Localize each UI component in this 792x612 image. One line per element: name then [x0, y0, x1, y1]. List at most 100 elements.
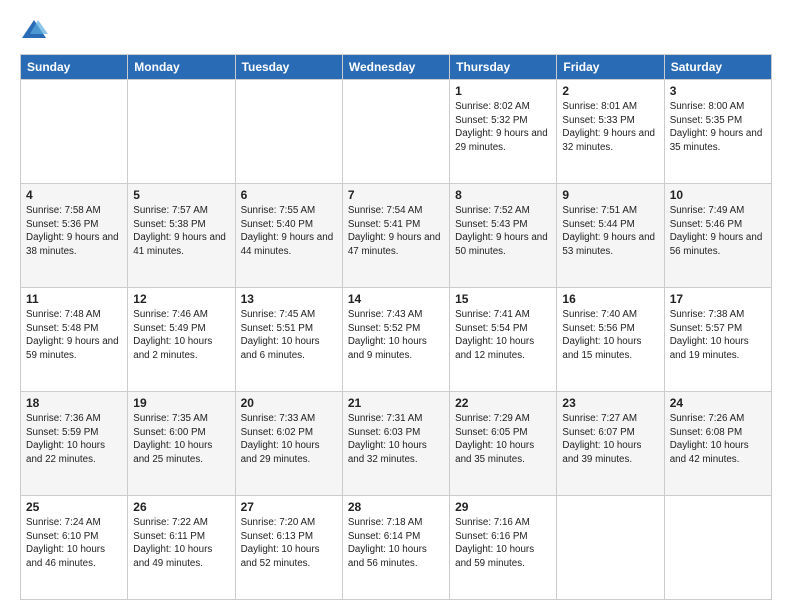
day-number: 8	[455, 188, 551, 202]
calendar-week-row: 25 Sunrise: 7:24 AMSunset: 6:10 PMDayligh…	[21, 496, 772, 600]
day-info: Sunrise: 7:43 AMSunset: 5:52 PMDaylight:…	[348, 308, 444, 363]
day-info: Sunrise: 7:40 AMSunset: 5:56 PMDaylight:…	[562, 308, 658, 363]
calendar-cell: 4 Sunrise: 7:58 AMSunset: 5:36 PMDaylight…	[21, 184, 128, 288]
day-number: 1	[455, 84, 551, 98]
day-number: 5	[133, 188, 229, 202]
day-number: 10	[670, 188, 766, 202]
day-info: Sunrise: 8:02 AMSunset: 5:32 PMDaylight:…	[455, 100, 551, 155]
calendar-cell: 6Sunrise: 7:55 AMSunset: 5:40 PMDaylight…	[235, 184, 342, 288]
day-info: Sunrise: 7:55 AMSunset: 5:40 PMDaylight:…	[241, 204, 337, 259]
calendar-cell	[342, 80, 449, 184]
day-info: Sunrise: 7:51 AMSunset: 5:44 PMDaylight:…	[562, 204, 658, 259]
calendar-cell: 9 Sunrise: 7:51 AMSunset: 5:44 PMDaylight…	[557, 184, 664, 288]
calendar-week-row: 4 Sunrise: 7:58 AMSunset: 5:36 PMDaylight…	[21, 184, 772, 288]
day-number: 16	[562, 292, 658, 306]
day-info: Sunrise: 7:46 AMSunset: 5:49 PMDaylight:…	[133, 308, 229, 363]
calendar-cell: 13 Sunrise: 7:45 AMSunset: 5:51 PMDayligh…	[235, 288, 342, 392]
day-info: Sunrise: 7:29 AMSunset: 6:05 PMDaylight:…	[455, 412, 551, 467]
day-info: Sunrise: 7:41 AMSunset: 5:54 PMDaylight:…	[455, 308, 551, 363]
calendar-cell	[235, 80, 342, 184]
day-number: 22	[455, 396, 551, 410]
calendar-cell: 16 Sunrise: 7:40 AMSunset: 5:56 PMDayligh…	[557, 288, 664, 392]
calendar-cell	[128, 80, 235, 184]
day-info: Sunrise: 7:57 AMSunset: 5:38 PMDaylight:…	[133, 204, 229, 259]
day-info: Sunrise: 7:26 AMSunset: 6:08 PMDaylight:…	[670, 412, 766, 467]
day-number: 15	[455, 292, 551, 306]
day-number: 3	[670, 84, 766, 98]
day-info: Sunrise: 7:38 AMSunset: 5:57 PMDaylight:…	[670, 308, 766, 363]
calendar-cell: 7 Sunrise: 7:54 AMSunset: 5:41 PMDaylight…	[342, 184, 449, 288]
calendar-cell: 5 Sunrise: 7:57 AMSunset: 5:38 PMDaylight…	[128, 184, 235, 288]
calendar-week-row: 11Sunrise: 7:48 AMSunset: 5:48 PMDayligh…	[21, 288, 772, 392]
calendar-cell: 14 Sunrise: 7:43 AMSunset: 5:52 PMDayligh…	[342, 288, 449, 392]
calendar-cell: 27 Sunrise: 7:20 AMSunset: 6:13 PMDayligh…	[235, 496, 342, 600]
calendar-cell: 23 Sunrise: 7:27 AMSunset: 6:07 PMDayligh…	[557, 392, 664, 496]
day-number: 26	[133, 500, 229, 514]
day-info: Sunrise: 7:20 AMSunset: 6:13 PMDaylight:…	[241, 516, 337, 571]
day-number: 2	[562, 84, 658, 98]
header	[20, 16, 772, 44]
day-info: Sunrise: 7:27 AMSunset: 6:07 PMDaylight:…	[562, 412, 658, 467]
day-number: 7	[348, 188, 444, 202]
calendar-week-row: 18 Sunrise: 7:36 AMSunset: 5:59 PMDayligh…	[21, 392, 772, 496]
calendar-cell: 24 Sunrise: 7:26 AMSunset: 6:08 PMDayligh…	[664, 392, 771, 496]
calendar-cell: 26 Sunrise: 7:22 AMSunset: 6:11 PMDayligh…	[128, 496, 235, 600]
page: SundayMondayTuesdayWednesdayThursdayFrid…	[0, 0, 792, 612]
day-number: 4	[26, 188, 122, 202]
day-info: Sunrise: 7:22 AMSunset: 6:11 PMDaylight:…	[133, 516, 229, 571]
weekday-header-thursday: Thursday	[450, 55, 557, 80]
calendar-cell: 11Sunrise: 7:48 AMSunset: 5:48 PMDayligh…	[21, 288, 128, 392]
day-info: Sunrise: 7:24 AMSunset: 6:10 PMDaylight:…	[26, 516, 122, 571]
calendar-week-row: 1 Sunrise: 8:02 AMSunset: 5:32 PMDaylight…	[21, 80, 772, 184]
day-info: Sunrise: 8:01 AMSunset: 5:33 PMDaylight:…	[562, 100, 658, 155]
day-info: Sunrise: 7:49 AMSunset: 5:46 PMDaylight:…	[670, 204, 766, 259]
day-info: Sunrise: 7:18 AMSunset: 6:14 PMDaylight:…	[348, 516, 444, 571]
day-info: Sunrise: 7:52 AMSunset: 5:43 PMDaylight:…	[455, 204, 551, 259]
day-number: 28	[348, 500, 444, 514]
day-number: 18	[26, 396, 122, 410]
weekday-header-friday: Friday	[557, 55, 664, 80]
day-number: 27	[241, 500, 337, 514]
day-number: 9	[562, 188, 658, 202]
calendar-cell: 12 Sunrise: 7:46 AMSunset: 5:49 PMDayligh…	[128, 288, 235, 392]
day-number: 20	[241, 396, 337, 410]
day-info: Sunrise: 7:58 AMSunset: 5:36 PMDaylight:…	[26, 204, 122, 259]
calendar-cell: 18 Sunrise: 7:36 AMSunset: 5:59 PMDayligh…	[21, 392, 128, 496]
day-number: 23	[562, 396, 658, 410]
calendar-cell: 19 Sunrise: 7:35 AMSunset: 6:00 PMDayligh…	[128, 392, 235, 496]
calendar-cell: 28 Sunrise: 7:18 AMSunset: 6:14 PMDayligh…	[342, 496, 449, 600]
weekday-header-saturday: Saturday	[664, 55, 771, 80]
weekday-header-tuesday: Tuesday	[235, 55, 342, 80]
day-info: Sunrise: 7:36 AMSunset: 5:59 PMDaylight:…	[26, 412, 122, 467]
weekday-header-row: SundayMondayTuesdayWednesdayThursdayFrid…	[21, 55, 772, 80]
weekday-header-sunday: Sunday	[21, 55, 128, 80]
weekday-header-monday: Monday	[128, 55, 235, 80]
weekday-header-wednesday: Wednesday	[342, 55, 449, 80]
day-number: 14	[348, 292, 444, 306]
calendar-table: SundayMondayTuesdayWednesdayThursdayFrid…	[20, 54, 772, 600]
day-info: Sunrise: 7:54 AMSunset: 5:41 PMDaylight:…	[348, 204, 444, 259]
calendar-cell: 20 Sunrise: 7:33 AMSunset: 6:02 PMDayligh…	[235, 392, 342, 496]
day-info: Sunrise: 7:35 AMSunset: 6:00 PMDaylight:…	[133, 412, 229, 467]
calendar-cell: 17Sunrise: 7:38 AMSunset: 5:57 PMDayligh…	[664, 288, 771, 392]
day-number: 12	[133, 292, 229, 306]
day-info: Sunrise: 7:45 AMSunset: 5:51 PMDaylight:…	[241, 308, 337, 363]
logo	[20, 16, 52, 44]
day-number: 21	[348, 396, 444, 410]
calendar-cell: 8 Sunrise: 7:52 AMSunset: 5:43 PMDaylight…	[450, 184, 557, 288]
day-number: 19	[133, 396, 229, 410]
day-number: 25	[26, 500, 122, 514]
logo-icon	[20, 16, 48, 44]
calendar-cell	[21, 80, 128, 184]
calendar-cell: 15 Sunrise: 7:41 AMSunset: 5:54 PMDayligh…	[450, 288, 557, 392]
day-info: Sunrise: 7:31 AMSunset: 6:03 PMDaylight:…	[348, 412, 444, 467]
day-info: Sunrise: 8:00 AMSunset: 5:35 PMDaylight:…	[670, 100, 766, 155]
calendar-cell: 21 Sunrise: 7:31 AMSunset: 6:03 PMDayligh…	[342, 392, 449, 496]
calendar-cell: 1 Sunrise: 8:02 AMSunset: 5:32 PMDaylight…	[450, 80, 557, 184]
day-number: 13	[241, 292, 337, 306]
day-number: 24	[670, 396, 766, 410]
day-info: Sunrise: 7:33 AMSunset: 6:02 PMDaylight:…	[241, 412, 337, 467]
calendar-cell: 2 Sunrise: 8:01 AMSunset: 5:33 PMDaylight…	[557, 80, 664, 184]
day-number: 29	[455, 500, 551, 514]
calendar-cell: 10 Sunrise: 7:49 AMSunset: 5:46 PMDayligh…	[664, 184, 771, 288]
